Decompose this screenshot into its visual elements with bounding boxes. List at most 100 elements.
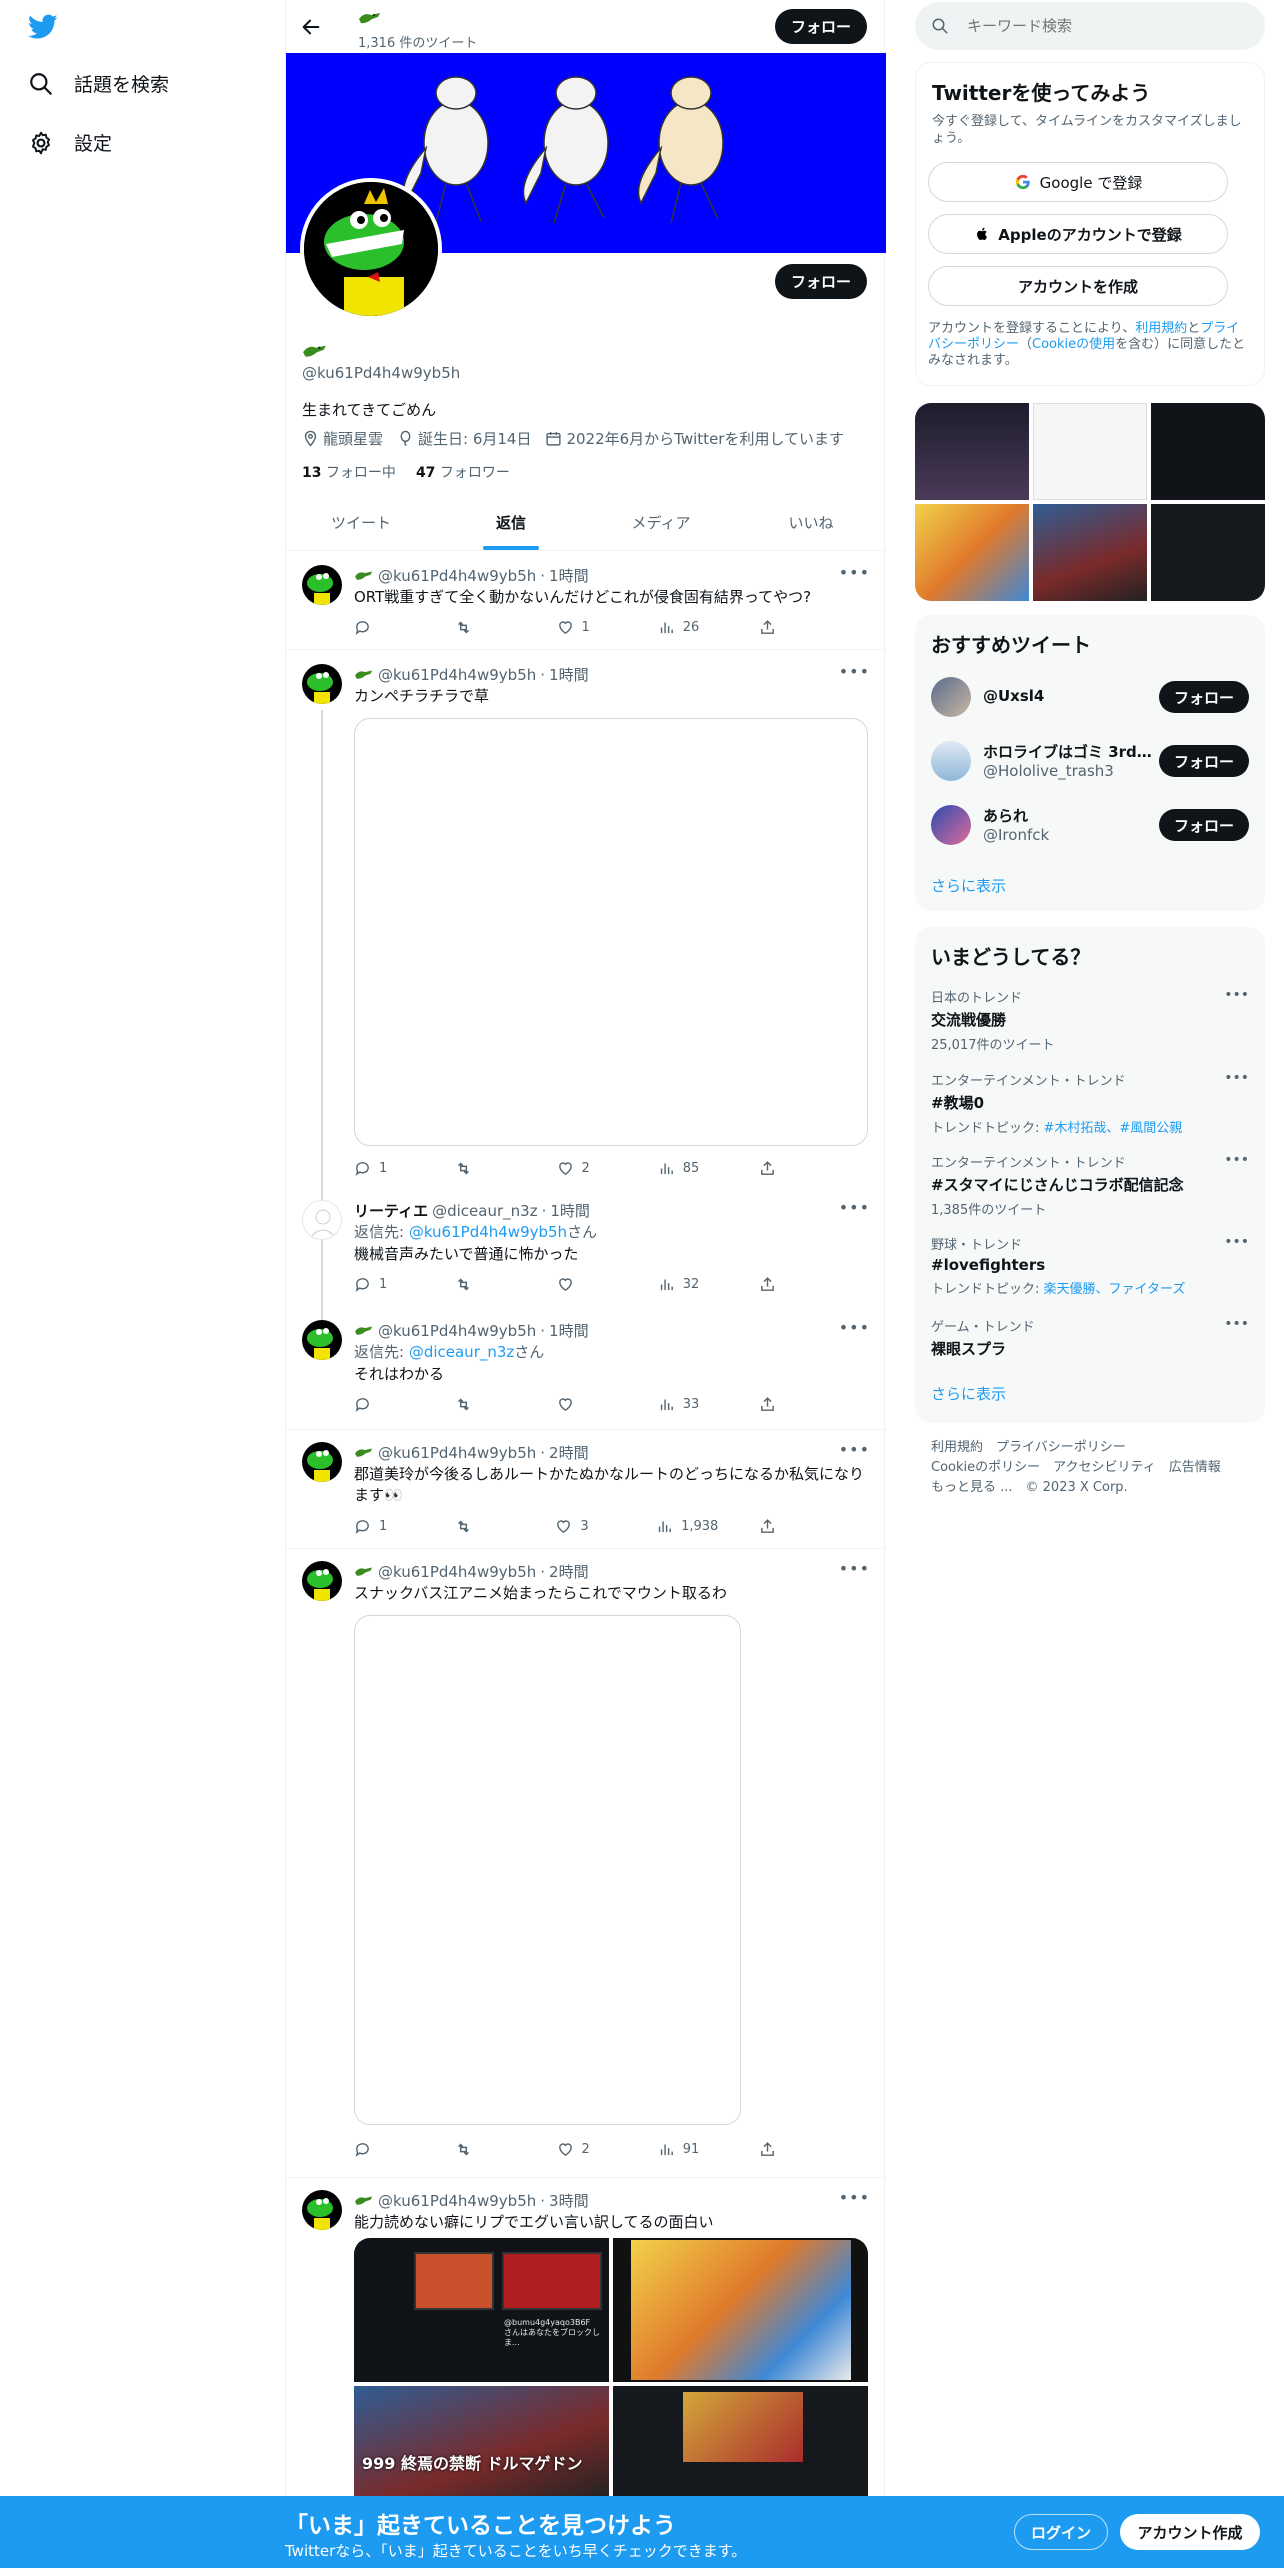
views-button[interactable]: 1,938 — [656, 1516, 718, 1536]
tweet-handle[interactable]: @ku61Pd4h4w9yb5h — [378, 1322, 536, 1340]
share-button[interactable] — [759, 2139, 779, 2159]
more-icon[interactable]: ••• — [839, 1198, 870, 1217]
tweet[interactable]: @ku61Pd4h4w9yb5h · 1時間 ••• ORT戦重すぎて全く動かないん… — [286, 551, 886, 650]
retweet-button[interactable] — [455, 617, 515, 637]
tweet-video[interactable] — [354, 718, 868, 1146]
media-thumb[interactable] — [1033, 504, 1147, 601]
following-link[interactable]: 13 フォロー中 — [302, 462, 396, 482]
header-follow-button[interactable]: フォロー — [775, 9, 867, 44]
recommended-user[interactable]: @Uxsl4 フォロー — [931, 673, 1249, 721]
trend-item[interactable]: 野球・トレンド #lovefighters トレンドトピック: 楽天優勝、ファイ… — [931, 1234, 1249, 1297]
trend-topic-links[interactable]: 楽天優勝、ファイターズ — [1044, 1282, 1186, 1297]
trend-item[interactable]: ゲーム・トレンド 裸眼スプラ ••• — [931, 1316, 1249, 1359]
tab-likes[interactable]: いいね — [736, 495, 886, 550]
reply-button[interactable] — [354, 617, 414, 637]
media-thumb[interactable] — [1033, 403, 1147, 500]
more-icon[interactable]: ••• — [839, 2188, 870, 2207]
apple-signup-button[interactable]: Appleのアカウントで登録 — [928, 214, 1228, 254]
recommended-follow-button[interactable]: フォロー — [1159, 681, 1249, 713]
tweet-handle[interactable]: @ku61Pd4h4w9yb5h — [378, 666, 536, 684]
tweet-handle[interactable]: @ku61Pd4h4w9yb5h — [378, 1563, 536, 1581]
retweet-button[interactable] — [455, 1394, 515, 1414]
recommended-more-link[interactable]: さらに表示 — [931, 875, 1006, 896]
views-button[interactable]: 32 — [658, 1274, 718, 1294]
google-signup-button[interactable]: Google で登録 — [928, 162, 1228, 202]
tweet-time[interactable]: 1時間 — [549, 664, 589, 685]
recommended-follow-button[interactable]: フォロー — [1159, 809, 1249, 841]
avatar[interactable] — [302, 565, 342, 605]
media-thumb[interactable] — [915, 504, 1029, 601]
more-icon[interactable]: ••• — [1224, 1070, 1249, 1086]
share-button[interactable] — [759, 1394, 779, 1414]
tweet-time[interactable]: 3時間 — [549, 2190, 589, 2211]
reply-button[interactable]: 1 — [354, 1274, 414, 1294]
footer-row[interactable]: Cookieのポリシー アクセシビリティ 広告情報 — [931, 1458, 1221, 1478]
tweet-handle[interactable]: @ku61Pd4h4w9yb5h — [378, 567, 536, 585]
media-thumb[interactable] — [1151, 504, 1265, 601]
more-icon[interactable]: ••• — [1224, 1316, 1249, 1332]
more-icon[interactable]: ••• — [839, 1559, 870, 1578]
like-button[interactable]: 3 — [555, 1516, 615, 1536]
trends-more-link[interactable]: さらに表示 — [931, 1383, 1006, 1404]
profile-avatar[interactable] — [300, 178, 442, 320]
tweet-image[interactable]: @bumu4g4yaqo3B6F さんはあなたをブロックしま... — [354, 2238, 609, 2382]
like-button[interactable]: 1 — [557, 617, 617, 637]
tweet[interactable]: @ku61Pd4h4w9yb5h · 3時間 ••• 能力読めない癖にリプでエグい言… — [286, 2178, 886, 2500]
reply-to-link[interactable]: @ku61Pd4h4w9yb5h — [409, 1223, 567, 1241]
avatar[interactable] — [302, 1200, 342, 1240]
retweet-button[interactable] — [455, 1158, 515, 1178]
more-icon[interactable]: ••• — [839, 1440, 870, 1459]
share-button[interactable] — [759, 1516, 779, 1536]
tweet-handle[interactable]: @ku61Pd4h4w9yb5h — [378, 2192, 536, 2210]
views-button[interactable]: 33 — [658, 1394, 718, 1414]
media-thumb[interactable] — [1151, 403, 1265, 500]
recommended-user[interactable]: あられ @Ironfck フォロー — [931, 801, 1249, 849]
tweet-display-name[interactable]: リーティエ — [354, 1200, 428, 1221]
retweet-button[interactable] — [455, 1516, 515, 1536]
trend-item[interactable]: エンターテインメント・トレンド #スタマイにじさんじコラボ配信記念 1,385件… — [931, 1152, 1249, 1218]
tweet-video[interactable] — [354, 1615, 741, 2125]
tweet[interactable]: @ku61Pd4h4w9yb5h · 2時間 ••• 郡道美玲が今後るしあルートかた… — [286, 1430, 886, 1549]
footer-links[interactable]: 利用規約 プライバシーポリシー Cookieのポリシー アクセシビリティ 広告情… — [931, 1438, 1221, 1498]
login-button[interactable]: ログイン — [1014, 2514, 1108, 2550]
profile-follow-button[interactable]: フォロー — [775, 264, 867, 299]
trend-item[interactable]: エンターテインメント・トレンド #教場0 トレンドトピック: #木村拓哉、#風間… — [931, 1070, 1249, 1136]
tab-tweets[interactable]: ツイート — [286, 495, 436, 550]
tweet-time[interactable]: 1時間 — [549, 1320, 589, 1341]
views-button[interactable]: 85 — [658, 1158, 718, 1178]
tweet-image[interactable] — [613, 2238, 868, 2382]
search-input[interactable] — [967, 14, 1247, 38]
avatar[interactable] — [302, 1561, 342, 1601]
reply-button[interactable]: 1 — [354, 1516, 414, 1536]
recommended-follow-button[interactable]: フォロー — [1159, 745, 1249, 777]
tweet-image[interactable]: 999 終焉の禁断 ドルマゲドン — [354, 2386, 609, 2500]
tweet[interactable]: @ku61Pd4h4w9yb5h · 1時間 ••• カンペチラチラで草 1 2 8… — [286, 650, 886, 1254]
more-icon[interactable]: ••• — [1224, 1152, 1249, 1168]
share-button[interactable] — [759, 617, 779, 637]
tweet-time[interactable]: 2時間 — [549, 1442, 589, 1463]
footer-row[interactable]: 利用規約 プライバシーポリシー — [931, 1438, 1221, 1458]
like-button[interactable]: 2 — [557, 2139, 617, 2159]
followers-link[interactable]: 47 フォロワー — [416, 462, 510, 482]
tweet-handle[interactable]: @ku61Pd4h4w9yb5h — [378, 1444, 536, 1462]
tweet-time[interactable]: 2時間 — [549, 1561, 589, 1582]
like-button[interactable] — [557, 1394, 617, 1414]
reply-button[interactable] — [354, 2139, 414, 2159]
terms-link[interactable]: 利用規約 — [1135, 321, 1187, 336]
avatar[interactable] — [302, 1320, 342, 1360]
reply-button[interactable]: 1 — [354, 1158, 414, 1178]
more-icon[interactable]: ••• — [1224, 1234, 1249, 1250]
tweet-handle[interactable]: @diceaur_n3z — [432, 1202, 537, 1220]
twitter-logo-icon[interactable] — [28, 14, 58, 40]
share-button[interactable] — [759, 1158, 779, 1178]
avatar[interactable] — [302, 2190, 342, 2230]
trend-item[interactable]: 日本のトレンド 交流戦優勝 25,017件のツイート ••• — [931, 987, 1249, 1053]
avatar[interactable] — [302, 664, 342, 704]
search-box[interactable] — [915, 2, 1265, 50]
nav-explore[interactable]: 話題を検索 — [28, 70, 169, 97]
tweet-time[interactable]: 1時間 — [549, 565, 589, 586]
tweet-image[interactable] — [613, 2386, 868, 2500]
retweet-button[interactable] — [455, 1274, 515, 1294]
more-icon[interactable]: ••• — [839, 662, 870, 681]
tweet[interactable]: @ku61Pd4h4w9yb5h · 2時間 ••• スナックバス江アニメ始まったら… — [286, 1549, 886, 2178]
